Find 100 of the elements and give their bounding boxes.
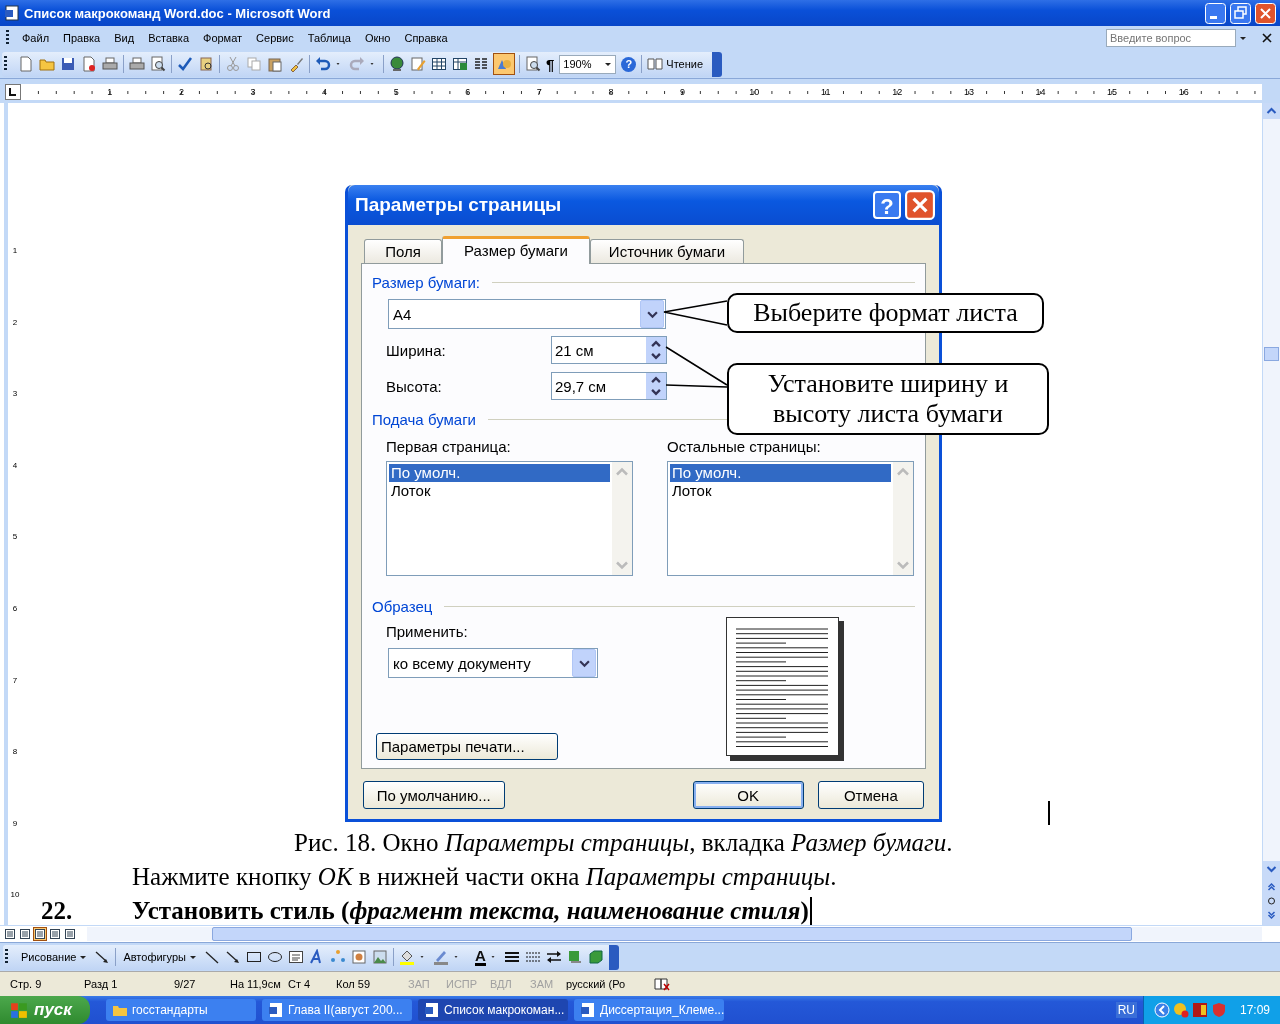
undo-icon[interactable]	[315, 56, 331, 72]
menu-item[interactable]: Вставка	[141, 30, 196, 46]
cancel-button[interactable]: Отмена	[817, 781, 924, 809]
help-button[interactable]: ?	[621, 56, 637, 72]
chevron-icon[interactable]	[1153, 1002, 1170, 1018]
arrow-style-icon[interactable]	[545, 949, 562, 965]
spreadsheet-icon[interactable]	[452, 56, 468, 72]
print-view-icon[interactable]	[34, 928, 46, 940]
scroll-thumb[interactable]	[1264, 347, 1279, 361]
scroll-thumb[interactable]	[212, 927, 1132, 941]
printer-icon[interactable]	[129, 56, 145, 72]
ruler-number: 6	[464, 87, 472, 97]
paste-icon[interactable]	[267, 56, 283, 72]
brush-icon[interactable]	[288, 56, 304, 72]
clip-art-icon[interactable]	[351, 949, 367, 965]
fill-color-icon[interactable]	[399, 949, 415, 965]
new-page-icon[interactable]	[18, 56, 34, 72]
window-title: Список макрокоманд Word.doc - Microsoft Word	[24, 5, 331, 21]
tab[interactable]: Размер бумаги	[442, 236, 590, 264]
section-heading: Подача бумаги	[372, 411, 476, 428]
next-page-icon[interactable]	[1263, 909, 1280, 925]
drawing-tools-icon[interactable]	[494, 54, 514, 74]
tab-selector-icon[interactable]	[5, 84, 21, 100]
help-button[interactable]: ?	[873, 191, 901, 219]
document-map-icon[interactable]	[525, 56, 541, 72]
normal-view-icon[interactable]	[4, 928, 16, 940]
menu-item[interactable]: Формат	[196, 30, 250, 46]
default-button[interactable]: По умолчанию...	[363, 781, 505, 809]
zoom-field[interactable]: 190%	[559, 54, 617, 74]
close-icon[interactable]	[1262, 33, 1272, 43]
paper-format-dropdown[interactable]: A4	[388, 299, 666, 329]
ruler-number: 3	[12, 388, 18, 401]
reading-button[interactable]: Чтение	[647, 56, 708, 72]
tab[interactable]: Поля	[364, 239, 442, 263]
pilcrow-button[interactable]: ¶	[546, 55, 555, 73]
language-indicator[interactable]: RU	[1115, 1002, 1137, 1018]
list-item[interactable]: Лоток	[670, 482, 891, 500]
tab[interactable]: Источник бумаги	[590, 239, 744, 263]
print-preview-icon[interactable]	[150, 56, 166, 72]
list-item[interactable]: Лоток	[389, 482, 610, 500]
spelling-check-icon[interactable]	[177, 56, 193, 72]
list-item[interactable]: По умолч.	[670, 464, 891, 482]
rectangle-icon[interactable]	[246, 949, 262, 965]
drawing-menu[interactable]: Рисование	[19, 951, 90, 963]
ok-button[interactable]: OK	[692, 781, 804, 809]
ruler-number: 10	[748, 87, 761, 97]
open-folder-icon[interactable]	[39, 56, 55, 72]
menu-item[interactable]: Вид	[107, 30, 142, 46]
autoshapes-menu[interactable]: Автофигуры	[121, 951, 199, 963]
close-button[interactable]	[1255, 2, 1276, 24]
pencil-page-icon[interactable]	[410, 56, 426, 72]
taskbar-button[interactable]: Глава II(август 200...	[262, 999, 412, 1021]
globe-icon[interactable]	[389, 56, 405, 72]
book-icon[interactable]	[198, 56, 214, 72]
toolbar-options-button[interactable]	[712, 51, 723, 77]
menu-item[interactable]: Окно	[357, 30, 398, 46]
text-box-icon[interactable]	[288, 949, 304, 965]
picture-icon[interactable]	[372, 949, 388, 965]
height-spinner[interactable]: 29,7 см	[551, 372, 667, 400]
print-options-button[interactable]: Параметры печати...	[376, 733, 558, 760]
select-pointer-icon[interactable]	[94, 949, 111, 965]
columns-icon[interactable]	[473, 56, 489, 72]
menu-item[interactable]: Справка	[397, 30, 455, 46]
reading-view-icon[interactable]	[64, 928, 76, 940]
horizontal-scrollbar[interactable]	[87, 927, 1262, 941]
font-color-button[interactable]: A	[475, 948, 486, 966]
line-style-icon[interactable]	[503, 949, 520, 965]
help-search-field[interactable]: Введите вопрос	[1106, 29, 1236, 47]
3d-icon[interactable]	[587, 949, 604, 965]
start-button[interactable]: пуск	[0, 996, 90, 1024]
line-icon[interactable]	[204, 949, 220, 965]
taskbar-button[interactable]: Список макрокоман...	[418, 999, 568, 1021]
table-icon[interactable]	[431, 56, 447, 72]
dash-style-icon[interactable]	[524, 949, 541, 965]
menu-item[interactable]: Сервис	[249, 30, 301, 46]
menu-item[interactable]: Правка	[56, 30, 108, 46]
mail-printer-icon[interactable]	[102, 56, 118, 72]
restore-button[interactable]	[1230, 2, 1251, 24]
scroll-up-icon[interactable]	[1263, 103, 1280, 119]
dropdown-arrow-icon[interactable]	[604, 60, 613, 68]
menu-item[interactable]: Таблица	[300, 30, 358, 46]
diagram-icon[interactable]	[330, 949, 346, 965]
ellipse-icon[interactable]	[267, 949, 283, 965]
scroll-down-icon[interactable]	[1263, 861, 1280, 877]
web-view-icon[interactable]	[19, 928, 31, 940]
width-spinner[interactable]: 21 см	[551, 336, 667, 364]
vertical-scrollbar[interactable]	[1262, 103, 1280, 925]
apply-to-dropdown[interactable]: ко всему документу	[388, 648, 598, 678]
dropdown-arrow-icon[interactable]	[1239, 34, 1247, 42]
minimize-button[interactable]	[1205, 2, 1226, 24]
list-item[interactable]: По умолч.	[389, 464, 610, 482]
arrow-icon[interactable]	[225, 949, 241, 965]
permission-page-icon[interactable]	[81, 56, 97, 72]
taskbar-button[interactable]: Диссертация_Клеме...	[574, 999, 724, 1021]
toolbar-options-button[interactable]	[608, 944, 619, 970]
taskbar-button[interactable]: госстандарты	[106, 999, 256, 1021]
outline-view-icon[interactable]	[49, 928, 61, 940]
menu-item[interactable]: Файл	[15, 30, 57, 46]
close-button[interactable]	[905, 190, 935, 220]
line-color-icon[interactable]	[433, 949, 449, 965]
